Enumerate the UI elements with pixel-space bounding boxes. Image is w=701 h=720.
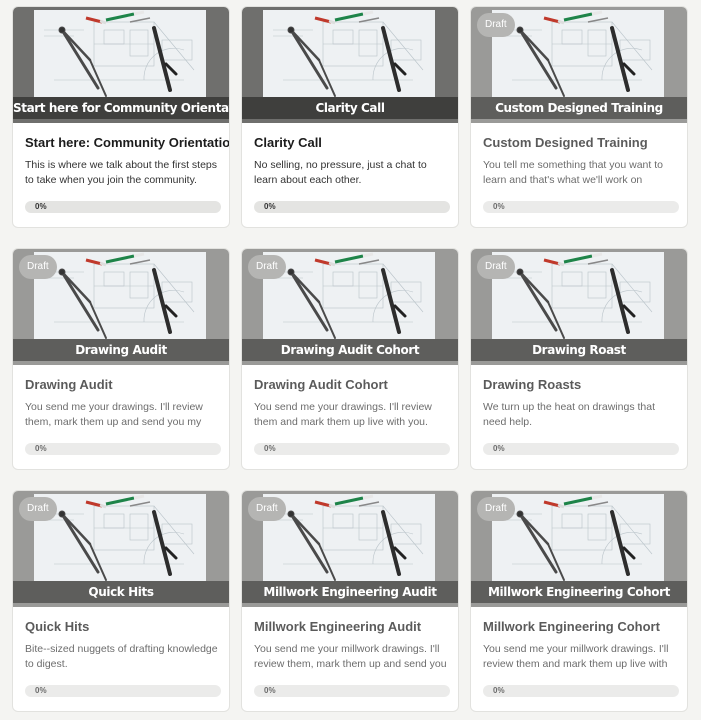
course-description: You send me your drawings. I'll review t… (254, 401, 432, 428)
course-card-2[interactable]: Clarity Call Clarity Call No selling, no… (241, 6, 459, 228)
course-description: You send me your drawings. I'll review t… (25, 401, 203, 428)
draft-badge: Draft (248, 255, 286, 279)
course-card-4[interactable]: Drawing Audit Draft Drawing Audit You se… (12, 248, 230, 470)
progress-label: 0% (35, 686, 47, 695)
course-banner: Start here for Community Orientation (13, 97, 229, 119)
progress-bar: 0% (25, 443, 221, 455)
course-title[interactable]: Millwork Engineering Cohort (483, 619, 687, 634)
course-body: Custom Designed Training You tell me som… (471, 123, 687, 213)
course-body: Millwork Engineering Audit You send me y… (242, 607, 458, 697)
course-card-8[interactable]: Millwork Engineering Audit Draft Millwor… (241, 490, 459, 712)
course-title[interactable]: Quick Hits (25, 619, 229, 634)
progress-label: 0% (35, 202, 47, 211)
draft-badge: Draft (477, 255, 515, 279)
course-title[interactable]: Custom Designed Training (483, 135, 687, 150)
course-card-5[interactable]: Drawing Audit Cohort Draft Drawing Audit… (241, 248, 459, 470)
course-description: Bite--sized nuggets of drafting knowledg… (25, 643, 218, 670)
progress-label: 0% (493, 686, 505, 695)
course-thumbnail: Clarity Call (242, 7, 458, 123)
course-title[interactable]: Drawing Roasts (483, 377, 687, 392)
blueprint-compass-image (492, 494, 664, 582)
course-title[interactable]: Start here: Community Orientation (25, 135, 229, 150)
course-description: You send me your millwork drawings. I'll… (254, 643, 447, 670)
course-thumbnail: Millwork Engineering Audit Draft (242, 491, 458, 607)
draft-badge: Draft (477, 497, 515, 521)
course-banner: Drawing Roast (471, 339, 687, 361)
blueprint-compass-image (263, 10, 435, 98)
blueprint-compass-image (492, 10, 664, 98)
course-title[interactable]: Clarity Call (254, 135, 458, 150)
course-banner: Drawing Audit Cohort (242, 339, 458, 361)
course-card-9[interactable]: Millwork Engineering Cohort Draft Millwo… (470, 490, 688, 712)
course-body: Start here: Community Orientation This i… (13, 123, 229, 213)
course-card-1[interactable]: Start here for Community Orientation Sta… (12, 6, 230, 228)
course-thumbnail: Millwork Engineering Cohort Draft (471, 491, 687, 607)
course-banner: Quick Hits (13, 581, 229, 603)
progress-label: 0% (264, 444, 276, 453)
blueprint-compass-image (492, 252, 664, 340)
draft-badge: Draft (19, 255, 57, 279)
progress-label: 0% (493, 444, 505, 453)
progress-bar: 0% (25, 685, 221, 697)
course-body: Clarity Call No selling, no pressure, ju… (242, 123, 458, 213)
course-description: No selling, no pressure, just a chat to … (254, 159, 427, 186)
progress-bar: 0% (483, 685, 679, 697)
course-body: Drawing Audit You send me your drawings.… (13, 365, 229, 455)
course-description: You tell me something that you want to l… (483, 159, 663, 186)
blueprint-compass-image (263, 494, 435, 582)
progress-bar: 0% (25, 201, 221, 213)
course-thumbnail: Drawing Roast Draft (471, 249, 687, 365)
course-card-3[interactable]: Custom Designed Training Draft Custom De… (470, 6, 688, 228)
blueprint-compass-image (34, 494, 206, 582)
progress-label: 0% (264, 202, 276, 211)
course-thumbnail: Drawing Audit Cohort Draft (242, 249, 458, 365)
course-thumbnail: Start here for Community Orientation (13, 7, 229, 123)
course-body: Drawing Audit Cohort You send me your dr… (242, 365, 458, 455)
course-banner: Custom Designed Training (471, 97, 687, 119)
course-body: Drawing Roasts We turn up the heat on dr… (471, 365, 687, 455)
course-banner: Drawing Audit (13, 339, 229, 361)
course-body: Quick Hits Bite--sized nuggets of drafti… (13, 607, 229, 697)
progress-bar: 0% (254, 685, 450, 697)
course-title[interactable]: Drawing Audit (25, 377, 229, 392)
course-title[interactable]: Drawing Audit Cohort (254, 377, 458, 392)
progress-bar: 0% (254, 443, 450, 455)
progress-label: 0% (493, 202, 505, 211)
draft-badge: Draft (19, 497, 57, 521)
blueprint-compass-image (34, 10, 206, 98)
course-thumbnail: Quick Hits Draft (13, 491, 229, 607)
draft-badge: Draft (477, 13, 515, 37)
progress-bar: 0% (483, 443, 679, 455)
course-description: You send me your millwork drawings. I'll… (483, 643, 669, 670)
course-title[interactable]: Millwork Engineering Audit (254, 619, 458, 634)
course-grid: Start here for Community Orientation Sta… (0, 0, 701, 720)
course-banner: Millwork Engineering Audit (242, 581, 458, 603)
course-banner: Millwork Engineering Cohort (471, 581, 687, 603)
course-card-7[interactable]: Quick Hits Draft Quick Hits Bite--sized … (12, 490, 230, 712)
progress-bar: 0% (483, 201, 679, 213)
blueprint-compass-image (34, 252, 206, 340)
draft-badge: Draft (248, 497, 286, 521)
course-card-6[interactable]: Drawing Roast Draft Drawing Roasts We tu… (470, 248, 688, 470)
course-description: We turn up the heat on drawings that nee… (483, 401, 655, 428)
blueprint-compass-image (263, 252, 435, 340)
course-banner: Clarity Call (242, 97, 458, 119)
progress-label: 0% (35, 444, 47, 453)
progress-bar: 0% (254, 201, 450, 213)
course-body: Millwork Engineering Cohort You send me … (471, 607, 687, 697)
course-description: This is where we talk about the first st… (25, 159, 217, 186)
course-thumbnail: Custom Designed Training Draft (471, 7, 687, 123)
course-thumbnail: Drawing Audit Draft (13, 249, 229, 365)
progress-label: 0% (264, 686, 276, 695)
